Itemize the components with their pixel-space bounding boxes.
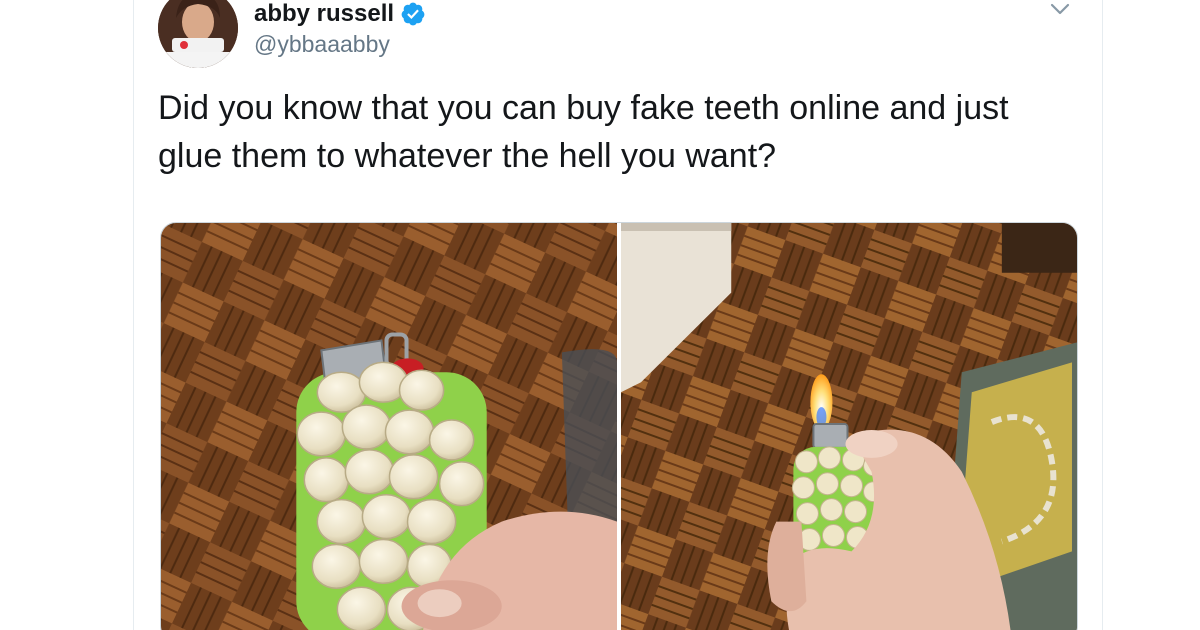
tweet-text: Did you know that you can buy fake teeth… xyxy=(158,89,1009,175)
verified-badge-icon xyxy=(401,2,425,26)
tweet-photo-2[interactable] xyxy=(621,223,1077,630)
tweet-media[interactable] xyxy=(160,222,1078,630)
author-name[interactable]: abby russell xyxy=(254,0,426,28)
tweet-card: abby russell @ybbaaabby Did you know tha… xyxy=(133,0,1103,630)
author-name-text[interactable]: abby russell xyxy=(254,0,394,28)
tweet-photo-1[interactable] xyxy=(161,223,617,630)
author-avatar[interactable] xyxy=(158,0,238,68)
chevron-down-icon[interactable] xyxy=(1046,0,1074,20)
author-handle[interactable]: @ybbaaabby xyxy=(254,30,390,58)
